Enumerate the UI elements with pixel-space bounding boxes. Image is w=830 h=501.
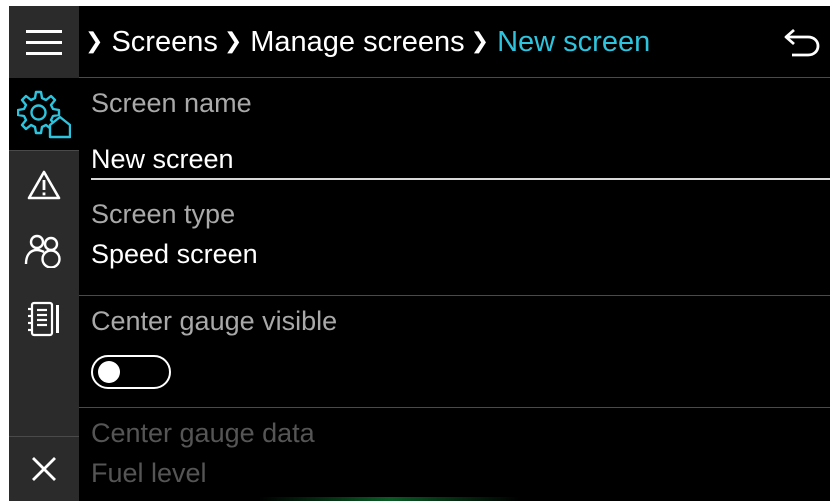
close-button[interactable] [9, 437, 79, 501]
chevron-right-icon: ❯ [85, 28, 104, 53]
screen-type-value[interactable]: Speed screen [91, 239, 258, 270]
toggle-knob [98, 361, 120, 383]
warning-icon [27, 169, 61, 201]
rail-item-alerts[interactable] [9, 152, 79, 218]
header-bar: ❯ Screens ❯ Manage screens ❯ New screen [79, 6, 830, 78]
center-gauge-data-label: Center gauge data [91, 418, 315, 448]
breadcrumb: ❯ Screens ❯ Manage screens ❯ New screen [85, 6, 650, 78]
chevron-right-icon: ❯ [223, 28, 243, 53]
close-icon [30, 455, 58, 483]
users-icon [24, 234, 64, 268]
center-gauge-visible-label: Center gauge visible [91, 306, 338, 336]
back-arrow-icon [782, 26, 822, 63]
breadcrumb-screens[interactable]: Screens [111, 26, 217, 59]
rail-item-logbook[interactable] [9, 286, 79, 352]
center-gauge-data-value: Fuel level [91, 458, 207, 488]
back-button[interactable] [780, 24, 824, 64]
center-gauge-data-field: Center gauge data Fuel level [79, 408, 830, 498]
notebook-icon [26, 300, 62, 338]
device-screen: ❯ Screens ❯ Manage screens ❯ New screen … [9, 6, 830, 501]
screen-name-input[interactable]: New screen [91, 144, 234, 175]
menu-button[interactable] [9, 6, 79, 78]
screen-name-label: Screen name [91, 88, 252, 118]
screen-name-field[interactable]: Screen name New screen [79, 78, 830, 188]
breadcrumb-current: New screen [497, 25, 651, 58]
breadcrumb-manage-screens[interactable]: Manage screens [250, 26, 464, 59]
rail-divider [9, 150, 79, 151]
screen-type-label: Screen type [91, 199, 236, 229]
screen-type-field[interactable]: Screen type Speed screen [79, 189, 830, 295]
center-gauge-visible-field: Center gauge visible [79, 296, 830, 406]
settings-home-icon [17, 89, 71, 139]
menu-icon [26, 28, 62, 56]
input-underline [91, 178, 830, 180]
rail-item-screen-settings[interactable] [9, 78, 79, 150]
scroll-indicator [259, 497, 519, 501]
chevron-right-icon: ❯ [470, 28, 490, 53]
center-gauge-visible-toggle[interactable] [91, 355, 171, 389]
rail-item-users[interactable] [9, 218, 79, 284]
side-rail [9, 6, 79, 501]
